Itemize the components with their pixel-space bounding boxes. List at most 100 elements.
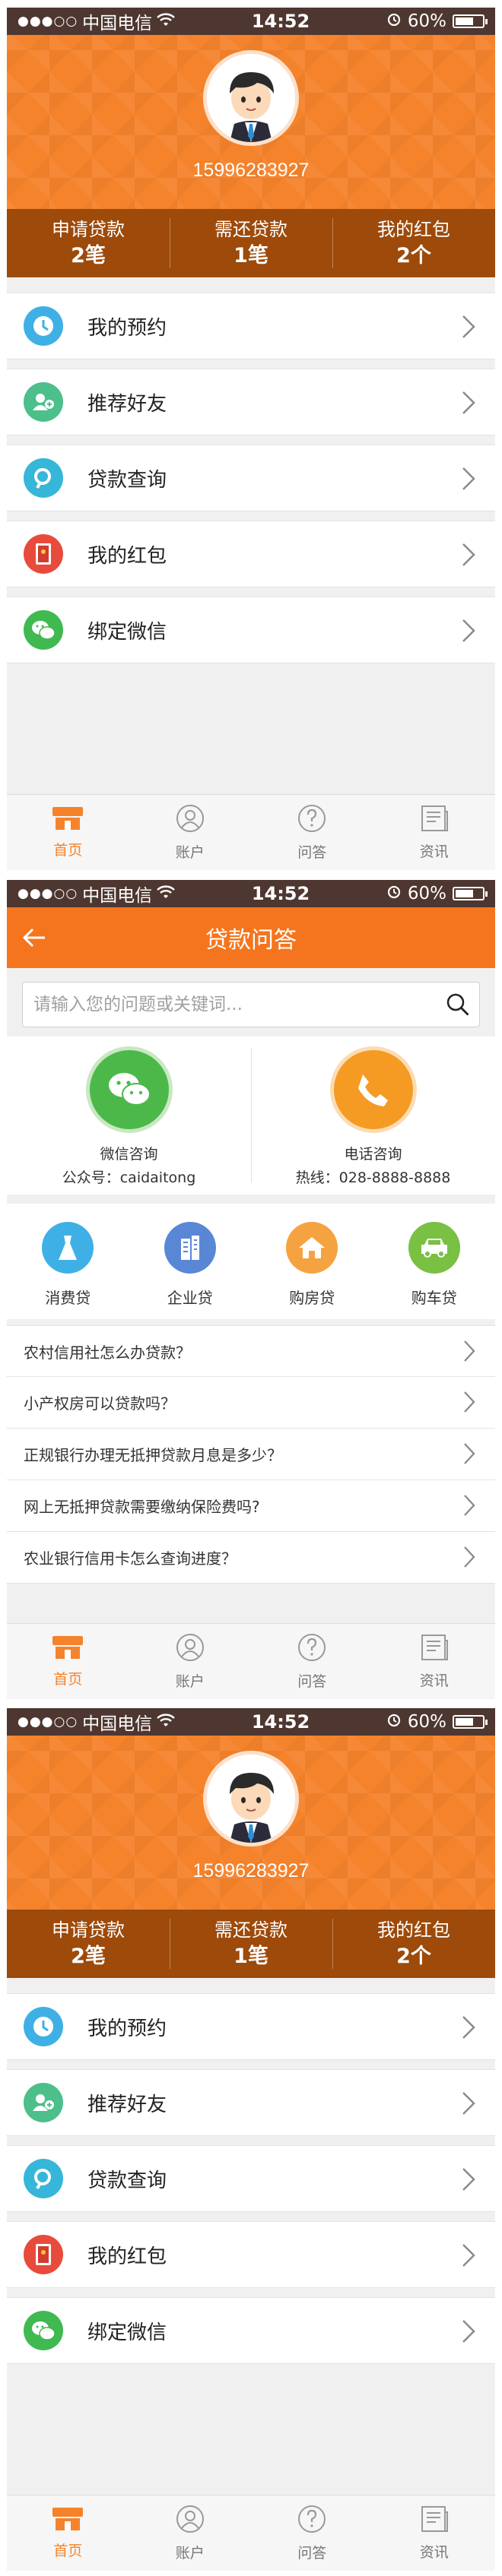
tab-qa[interactable]: 问答 xyxy=(251,1624,373,1699)
menu-item-appointments[interactable]: 我的预约 xyxy=(7,1993,495,2060)
question-item[interactable]: 正规银行办理无抵押贷款月息是多少？ xyxy=(7,1429,495,1480)
avatar-cartoon-icon xyxy=(207,1755,295,1843)
stat-applied-loans[interactable]: 申请贷款 2笔 xyxy=(7,1910,170,1978)
search-section xyxy=(7,968,495,1036)
nav-bar: 贷款问答 xyxy=(7,907,495,968)
profile-header: ●●●○○ 中国电信 14:52 60% 15996283927 申请贷款 2笔… xyxy=(7,1708,495,1978)
tab-news[interactable]: 资讯 xyxy=(373,795,496,870)
category-business-loan[interactable]: 企业贷 xyxy=(129,1204,252,1319)
tab-account[interactable]: 账户 xyxy=(129,2495,252,2571)
category-car-loan[interactable]: 购车贷 xyxy=(373,1204,496,1319)
stat-label: 我的红包 xyxy=(377,219,450,240)
search-input[interactable] xyxy=(23,983,437,1026)
search-icon xyxy=(24,458,63,498)
tab-label: 账户 xyxy=(175,2545,205,2562)
menu-label: 我的预约 xyxy=(87,316,167,340)
contact-phone[interactable]: 电话咨询 热线：028-8888-8888 xyxy=(251,1036,495,1195)
stat-red-envelopes[interactable]: 我的红包 2个 xyxy=(332,209,495,277)
tab-home[interactable]: 首页 xyxy=(7,1624,129,1699)
stat-value: 1笔 xyxy=(234,244,268,267)
stat-value: 2个 xyxy=(396,1945,431,1968)
add-friend-icon xyxy=(24,2083,63,2122)
car-icon xyxy=(408,1222,460,1274)
tab-account[interactable]: 账户 xyxy=(129,795,252,870)
menu-item-bind-wechat[interactable]: 绑定微信 xyxy=(7,597,495,663)
question-item[interactable]: 农村信用社怎么办贷款？ xyxy=(7,1325,495,1377)
wifi-icon xyxy=(157,1712,175,1732)
chevron-right-icon xyxy=(463,1546,475,1571)
question-icon xyxy=(297,1632,327,1666)
tab-home[interactable]: 首页 xyxy=(7,2495,129,2571)
menu-item-appointments[interactable]: 我的预约 xyxy=(7,293,495,359)
menu-item-red-envelopes[interactable]: 我的红包 xyxy=(7,2221,495,2288)
chevron-right-icon xyxy=(462,2167,475,2195)
question-text: 小产权房可以贷款吗？ xyxy=(24,1394,176,1413)
red-envelope-icon xyxy=(24,534,63,574)
chevron-right-icon xyxy=(462,2243,475,2271)
stats-bar: 申请贷款 2笔 需还贷款 1笔 我的红包 2个 xyxy=(7,1910,495,1978)
add-friend-icon xyxy=(24,382,63,422)
menu-label: 推荐好友 xyxy=(87,392,167,416)
wifi-icon xyxy=(157,884,175,903)
alarm-icon xyxy=(386,884,402,903)
tab-qa[interactable]: 问答 xyxy=(251,795,373,870)
menu-item-loan-query[interactable]: 贷款查询 xyxy=(7,445,495,511)
dress-icon xyxy=(42,1222,94,1274)
tab-label: 问答 xyxy=(297,1673,327,1690)
back-arrow-icon[interactable] xyxy=(21,924,48,957)
question-item[interactable]: 小产权房可以贷款吗？ xyxy=(7,1377,495,1429)
tab-news[interactable]: 资讯 xyxy=(373,2495,496,2571)
menu-item-bind-wechat[interactable]: 绑定微信 xyxy=(7,2297,495,2364)
chevron-right-icon xyxy=(463,1494,475,1520)
tab-label: 资讯 xyxy=(419,1673,449,1689)
loan-qa-screen: ●●●○○ 中国电信 14:52 60% 贷款问答 请输入您的问题或关键词...… xyxy=(7,880,495,1699)
category-consumer-loan[interactable]: 消费贷 xyxy=(7,1204,129,1319)
question-item[interactable]: 农业银行信用卡怎么查询进度？ xyxy=(7,1532,495,1584)
chevron-right-icon xyxy=(462,315,475,342)
house-icon xyxy=(286,1222,338,1274)
menu-label: 绑定微信 xyxy=(87,620,167,644)
stat-loans-due[interactable]: 需还贷款 1笔 xyxy=(170,1910,332,1978)
tab-label: 问答 xyxy=(297,844,327,861)
stat-red-envelopes[interactable]: 我的红包 2个 xyxy=(332,1910,495,1978)
user-phone: 15996283927 xyxy=(192,160,310,181)
account-icon xyxy=(175,1632,205,1666)
question-icon xyxy=(297,2504,327,2537)
status-time: 14:52 xyxy=(251,883,310,904)
page-title: 贷款问答 xyxy=(205,927,297,954)
tab-news[interactable]: 资讯 xyxy=(373,1624,496,1699)
tab-label: 资讯 xyxy=(419,2544,449,2561)
phone-icon xyxy=(333,1050,413,1129)
tab-qa[interactable]: 问答 xyxy=(251,2495,373,2571)
avatar[interactable] xyxy=(203,1751,299,1847)
status-bar: ●●●○○ 中国电信 14:52 60% xyxy=(7,880,495,907)
chevron-right-icon xyxy=(462,619,475,646)
news-icon xyxy=(419,1633,450,1665)
avatar[interactable] xyxy=(203,50,299,146)
category-mortgage-loan[interactable]: 购房贷 xyxy=(251,1204,373,1319)
user-phone: 15996283927 xyxy=(192,1860,310,1881)
clock-icon xyxy=(24,2007,63,2046)
tab-home[interactable]: 首页 xyxy=(7,795,129,870)
question-item[interactable]: 网上无抵押贷款需要缴纳保险费吗? xyxy=(7,1480,495,1532)
carrier-label: 中国电信 xyxy=(82,14,153,33)
menu-item-refer-friends[interactable]: 推荐好友 xyxy=(7,2069,495,2136)
search-icon[interactable] xyxy=(437,992,479,1017)
stat-label: 需还贷款 xyxy=(214,1919,288,1941)
stat-loans-due[interactable]: 需还贷款 1笔 xyxy=(170,209,332,277)
stat-label: 申请贷款 xyxy=(52,219,125,240)
carrier-label: 中国电信 xyxy=(82,1714,153,1734)
contact-wechat[interactable]: 微信咨询 公众号：caidaitong xyxy=(7,1036,251,1195)
question-icon xyxy=(297,803,327,837)
menu-item-red-envelopes[interactable]: 我的红包 xyxy=(7,521,495,587)
tab-account[interactable]: 账户 xyxy=(129,1624,252,1699)
tab-label: 问答 xyxy=(297,2545,327,2562)
stat-applied-loans[interactable]: 申请贷款 2笔 xyxy=(7,209,170,277)
tab-label: 首页 xyxy=(53,1671,83,1688)
menu-item-refer-friends[interactable]: 推荐好友 xyxy=(7,369,495,435)
menu-label: 贷款查询 xyxy=(87,468,167,492)
menu-item-loan-query[interactable]: 贷款查询 xyxy=(7,2145,495,2212)
contact-subtitle: 公众号：caidaitong xyxy=(62,1169,196,1186)
tab-label: 首页 xyxy=(53,2543,83,2559)
chevron-right-icon xyxy=(462,391,475,418)
